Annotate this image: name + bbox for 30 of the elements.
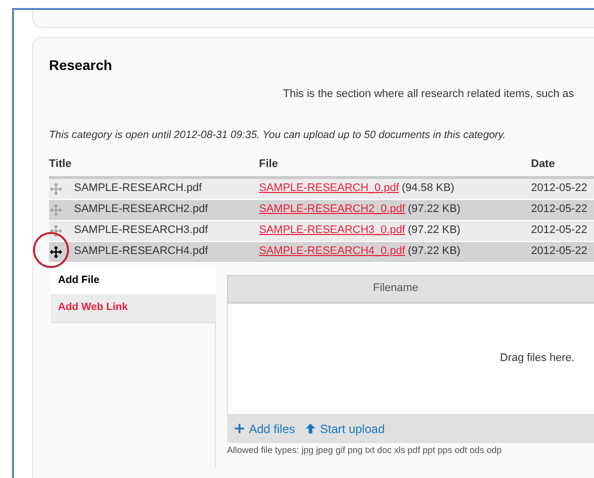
up-arrow-icon (305, 423, 316, 434)
date-text: 2012-05-22 (531, 223, 588, 238)
section-title: Research (49, 57, 114, 74)
add-files-button[interactable]: Add files (234, 420, 296, 438)
file-size: (97.22 KB) (408, 202, 460, 218)
date-text: 2012-05-22 (531, 244, 588, 260)
description-text: This is the section where all research related items, such as (283, 86, 576, 102)
file-size: (94.58 KB) (402, 181, 454, 196)
highlight-circle (33, 232, 69, 268)
file-link[interactable]: SAMPLE-RESEARCH4_0.pdf (259, 243, 406, 260)
file-title: SAMPLE-RESEARCH.pdf (74, 181, 202, 196)
date-text: 2012-05-22 (531, 181, 588, 196)
tab[interactable]: Add Web Link (51, 294, 216, 324)
tab[interactable]: Add File (51, 266, 216, 294)
file-link[interactable]: SAMPLE-RESEARCH_0.pdf (259, 180, 399, 197)
file-size: (97.22 KB) (408, 244, 460, 260)
drop-zone[interactable]: Drag files here. (227, 302, 594, 415)
file-title: SAMPLE-RESEARCH4.pdf (74, 244, 208, 260)
file-size: (97.22 KB) (408, 223, 460, 238)
file-link[interactable]: SAMPLE-RESEARCH2_0.pdf (259, 201, 406, 218)
file-link[interactable]: SAMPLE-RESEARCH3_0.pdf (259, 222, 406, 239)
allowed-types-text: Allowed file types: jpg jpeg gif png txt doc xls pdf ppt pps odt ods odp (227, 444, 503, 457)
upload-button[interactable]: Start upload (305, 420, 385, 438)
notice-text: This category is open until 2012-08-31 09:35. You can upload up to 50 documents in this category. (49, 128, 507, 144)
file-title: SAMPLE-RESEARCH3.pdf (74, 223, 208, 238)
plus-icon (234, 423, 245, 434)
column-header: Filename (227, 274, 594, 303)
move-icon[interactable] (50, 246, 62, 258)
file-title: SAMPLE-RESEARCH2.pdf (74, 202, 208, 218)
date-text: 2012-05-22 (531, 202, 588, 218)
